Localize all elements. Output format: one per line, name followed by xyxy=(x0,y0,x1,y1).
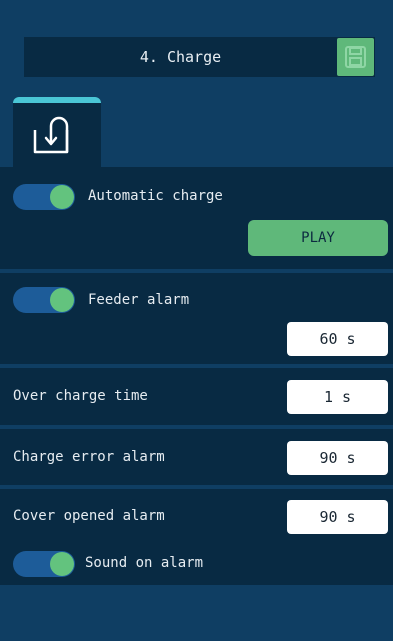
charge-error-alarm-panel: Charge error alarm 90 s xyxy=(0,429,393,485)
toggle-knob xyxy=(50,185,74,209)
page-title: 4. Charge xyxy=(139,48,222,66)
charge-return-icon xyxy=(33,116,69,154)
tab-active-indicator xyxy=(13,97,101,103)
sound-on-alarm-toggle[interactable] xyxy=(13,551,75,577)
title-bar: 4. Charge xyxy=(24,37,375,77)
toggle-knob xyxy=(50,552,74,576)
save-button[interactable] xyxy=(337,38,374,76)
feeder-alarm-label: Feeder alarm xyxy=(88,292,190,308)
charge-error-alarm-input[interactable]: 90 s xyxy=(287,441,388,475)
automatic-charge-panel: Automatic charge PLAY xyxy=(0,167,393,269)
toggle-knob xyxy=(50,288,74,312)
play-button[interactable]: PLAY xyxy=(248,220,388,256)
floppy-disk-icon xyxy=(345,46,366,68)
feeder-alarm-panel: Feeder alarm 60 s xyxy=(0,273,393,364)
sound-on-alarm-panel: Sound on alarm xyxy=(0,544,393,585)
over-charge-time-input[interactable]: 1 s xyxy=(287,380,388,414)
charge-error-alarm-label: Charge error alarm xyxy=(13,449,165,465)
cover-opened-alarm-input[interactable]: 90 s xyxy=(287,500,388,534)
over-charge-time-label: Over charge time xyxy=(13,388,148,404)
automatic-charge-label: Automatic charge xyxy=(88,188,223,204)
sound-on-alarm-label: Sound on alarm xyxy=(85,555,204,571)
automatic-charge-toggle[interactable] xyxy=(13,184,75,210)
tab-charge[interactable] xyxy=(13,97,101,167)
cover-opened-alarm-panel: Cover opened alarm 90 s xyxy=(0,489,393,544)
feeder-alarm-input[interactable]: 60 s xyxy=(287,322,388,356)
over-charge-time-panel: Over charge time 1 s xyxy=(0,368,393,425)
feeder-alarm-toggle[interactable] xyxy=(13,287,75,313)
cover-opened-alarm-label: Cover opened alarm xyxy=(13,508,165,524)
